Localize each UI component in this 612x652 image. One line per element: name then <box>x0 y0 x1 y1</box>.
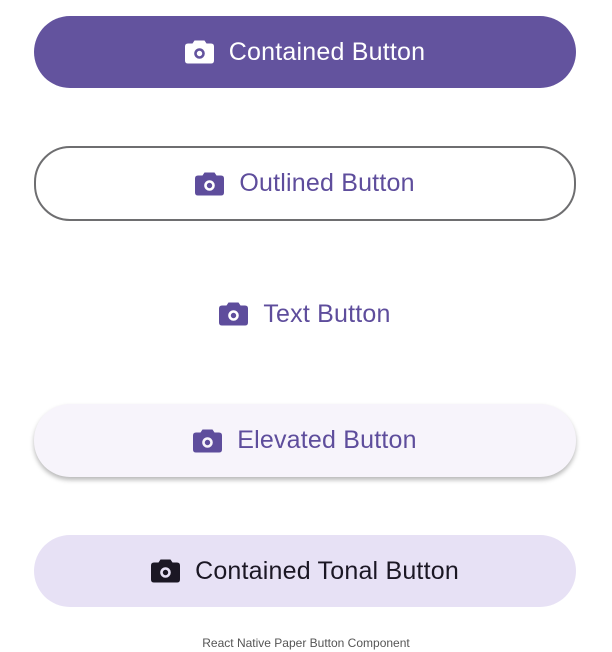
camera-icon <box>219 302 249 326</box>
camera-icon <box>151 559 181 583</box>
outlined-button-label: Outlined Button <box>239 169 415 197</box>
camera-icon <box>184 40 214 64</box>
caption: React Native Paper Button Component <box>202 636 410 650</box>
contained-tonal-button-label: Contained Tonal Button <box>195 556 459 585</box>
camera-icon <box>195 172 225 196</box>
elevated-button[interactable]: Elevated Button <box>34 404 576 477</box>
outlined-button[interactable]: Outlined Button <box>34 146 576 221</box>
contained-button[interactable]: Contained Button <box>34 16 576 88</box>
contained-tonal-button[interactable]: Contained Tonal Button <box>34 535 576 607</box>
elevated-button-label: Elevated Button <box>237 426 417 454</box>
camera-icon <box>193 429 223 453</box>
text-button-label: Text Button <box>263 299 391 328</box>
text-button[interactable]: Text Button <box>34 278 576 350</box>
contained-button-label: Contained Button <box>228 37 426 66</box>
